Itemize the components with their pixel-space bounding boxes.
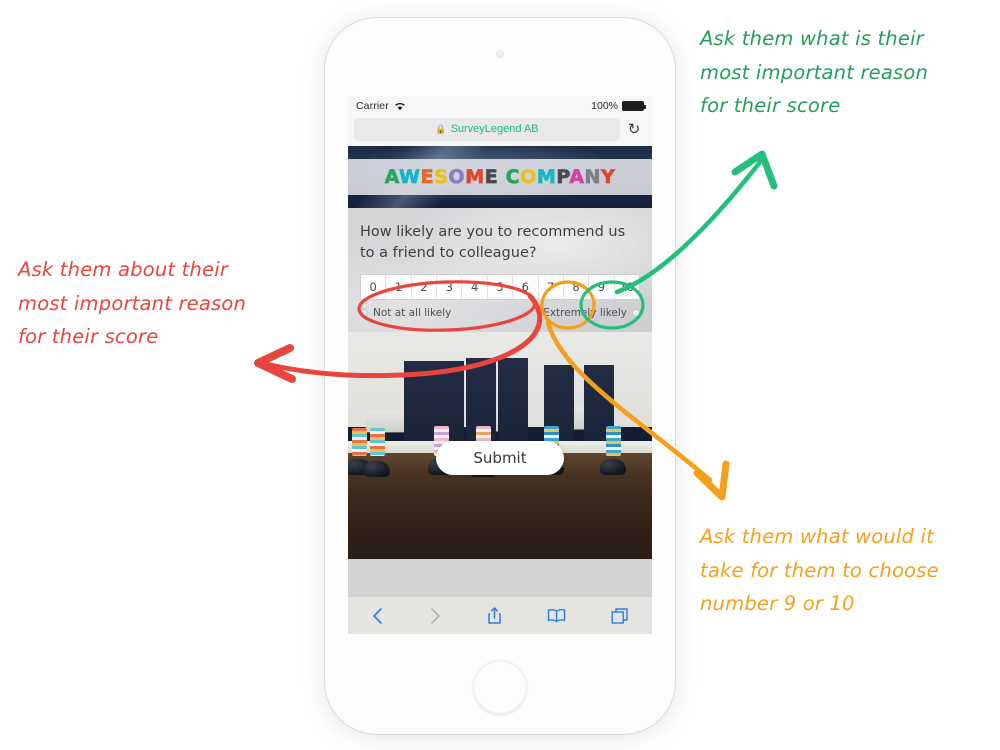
scale-option-10[interactable]: 10 <box>614 275 639 300</box>
photo-lower-band <box>348 495 652 559</box>
logo-letter: N <box>584 166 602 189</box>
shoe-shape <box>600 459 626 476</box>
scale-option-4[interactable]: 4 <box>462 275 488 300</box>
share-icon[interactable] <box>487 606 502 625</box>
book-icon[interactable] <box>547 608 566 623</box>
orange-arrow-head <box>693 460 730 501</box>
question-text: How likely are you to recommend us to a … <box>360 224 626 261</box>
battery-full-icon <box>622 101 646 111</box>
scale-option-9[interactable]: 9 <box>589 275 615 300</box>
striped-sock <box>352 427 367 456</box>
shoe-shape <box>364 461 390 478</box>
logo-letter: S <box>434 166 449 189</box>
logo-letter: M <box>536 166 557 189</box>
logo-letter: M <box>465 166 485 189</box>
scale-option-8[interactable]: 8 <box>563 275 590 300</box>
url-field[interactable]: 🔒 SurveyLegend AB <box>354 117 620 141</box>
back-chevron-icon[interactable] <box>371 607 384 625</box>
home-button[interactable] <box>473 660 527 714</box>
leg-shape <box>404 361 434 447</box>
low-label: Not at all likely <box>373 307 452 320</box>
logo-strip: AWESOME COMPANY <box>348 159 652 195</box>
lock-icon: 🔒 <box>435 123 447 134</box>
logo-letter: A <box>384 166 400 189</box>
low-radio-icon[interactable] <box>360 309 368 318</box>
high-radio-icon[interactable] <box>632 309 640 318</box>
scale-option-1[interactable]: 1 <box>386 275 412 300</box>
green-arrow-head <box>731 150 778 190</box>
annotation-orange-text: Ask them what would it take for them to … <box>700 525 939 616</box>
annotation-green-text: Ask them what is their most important re… <box>700 27 929 118</box>
company-logo: AWESOME COMPANY <box>384 166 616 189</box>
phone-screen: Carrier 100% 🔒 SurveyLegend AB ↻ AWESOME… <box>348 96 652 634</box>
scale-option-5[interactable]: 5 <box>487 275 514 300</box>
high-label: Extremely likely <box>543 307 627 320</box>
forward-chevron-icon[interactable] <box>429 607 442 625</box>
survey-page: AWESOME COMPANY How likely are you to re… <box>348 146 652 634</box>
logo-letter <box>498 166 505 188</box>
battery-percent-label: 100% <box>591 100 618 112</box>
safari-toolbar <box>348 596 652 634</box>
phone-mockup: Carrier 100% 🔒 SurveyLegend AB ↻ AWESOME… <box>325 18 675 734</box>
wifi-icon <box>394 101 406 111</box>
url-text: SurveyLegend AB <box>450 123 539 135</box>
scale-labels: Not at all likely Extremely likely <box>360 307 640 319</box>
status-bar-right: 100% <box>591 100 646 112</box>
scale-option-0[interactable]: 0 <box>361 275 387 300</box>
scale-option-7[interactable]: 7 <box>538 275 564 300</box>
annotation-red-text: Ask them about their most important reas… <box>18 258 247 349</box>
survey-header-banner: AWESOME COMPANY <box>348 146 652 208</box>
question-area: How likely are you to recommend us to a … <box>348 208 652 332</box>
safari-url-bar[interactable]: 🔒 SurveyLegend AB ↻ <box>348 116 652 146</box>
striped-sock <box>370 427 385 456</box>
survey-photo: Submit <box>348 332 652 495</box>
scale-option-3[interactable]: 3 <box>437 275 463 300</box>
submit-button[interactable]: Submit <box>436 441 564 475</box>
logo-letter: Y <box>601 166 616 189</box>
ios-status-bar: Carrier 100% <box>348 96 652 116</box>
nps-scale[interactable]: 0 1 2 3 4 5 6 7 8 9 10 <box>360 274 640 301</box>
scale-option-2[interactable]: 2 <box>411 275 438 300</box>
logo-letter: O <box>520 166 537 189</box>
logo-letter: E <box>484 166 499 189</box>
scale-option-6[interactable]: 6 <box>513 275 539 300</box>
logo-letter: E <box>420 166 435 189</box>
logo-letter: P <box>556 166 570 189</box>
logo-letter: C <box>505 166 521 189</box>
high-label-group: Extremely likely <box>543 307 640 319</box>
front-camera-icon <box>496 50 504 58</box>
leg-shape <box>498 358 528 447</box>
logo-letter: O <box>448 166 466 189</box>
logo-letter: A <box>569 166 585 189</box>
striped-sock <box>606 425 621 456</box>
carrier-label: Carrier <box>356 100 389 112</box>
logo-letter: W <box>399 166 421 189</box>
tabs-icon[interactable] <box>611 607 629 625</box>
reload-icon[interactable]: ↻ <box>622 120 646 138</box>
low-label-group: Not at all likely <box>360 307 451 319</box>
